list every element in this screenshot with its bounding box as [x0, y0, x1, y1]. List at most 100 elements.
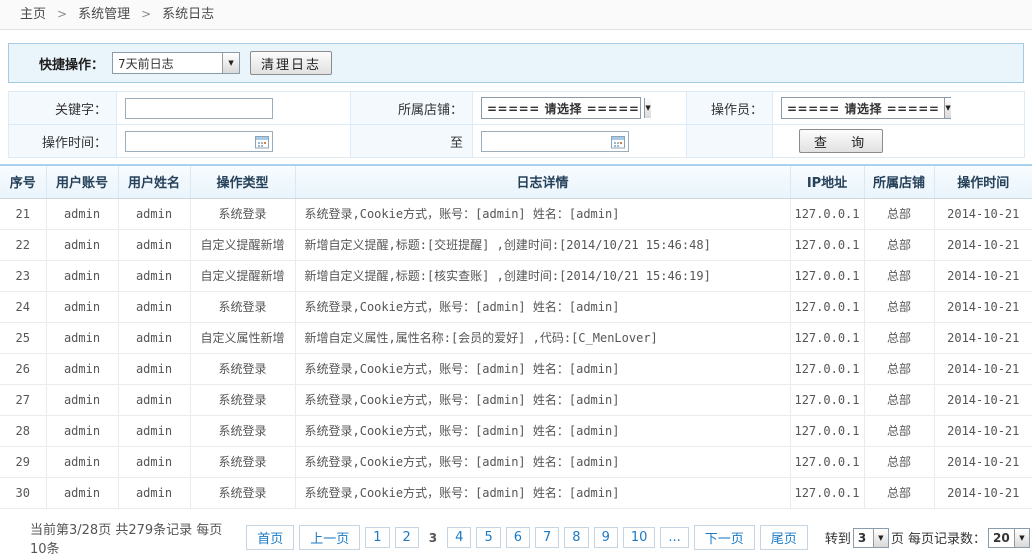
cell-name: admin [118, 260, 190, 291]
per-page-label: 每页记录数： [904, 528, 986, 547]
page-link[interactable]: 6 [506, 527, 530, 548]
column-header-shop: 所属店铺 [864, 165, 934, 198]
cell-no: 24 [0, 291, 46, 322]
page-link-current: 3 [424, 528, 442, 548]
cell-ip: 127.0.0.1 [790, 353, 864, 384]
shop-select-value: ===== 请选择 ===== [482, 98, 644, 118]
chevron-down-icon: ▼ [873, 529, 888, 547]
cell-ip: 127.0.0.1 [790, 477, 864, 508]
next-page-button[interactable]: 下一页 [694, 525, 755, 550]
column-header-type: 操作类型 [190, 165, 295, 198]
cell-shop: 总部 [864, 322, 934, 353]
cell-time: 2014-10-21 [934, 229, 1032, 260]
cell-time: 2014-10-21 [934, 322, 1032, 353]
breadcrumb: 主页>系统管理>系统日志 [0, 0, 1032, 30]
cell-no: 29 [0, 446, 46, 477]
log-age-select-value: 7天前日志 [113, 53, 222, 73]
operator-select-value: ===== 请选择 ===== [782, 98, 944, 118]
cell-detail: 系统登录,Cookie方式，账号：[admin] 姓名：[admin] [295, 291, 790, 322]
cell-name: admin [118, 291, 190, 322]
cell-shop: 总部 [864, 291, 934, 322]
cell-account: admin [46, 353, 118, 384]
time-start-input[interactable] [125, 131, 273, 152]
cell-account: admin [46, 198, 118, 229]
page-link[interactable]: ... [660, 527, 688, 548]
cell-no: 26 [0, 353, 46, 384]
log-table: 序号 用户账号 用户姓名 操作类型 日志详情 IP地址 所属店铺 操作时间 21… [0, 164, 1032, 509]
table-row: 24 admin admin 系统登录 系统登录,Cookie方式，账号：[ad… [0, 291, 1032, 322]
log-table-body: 21 admin admin 系统登录 系统登录,Cookie方式，账号：[ad… [0, 198, 1032, 508]
table-row: 21 admin admin 系统登录 系统登录,Cookie方式，账号：[ad… [0, 198, 1032, 229]
cell-detail: 系统登录,Cookie方式，账号：[admin] 姓名：[admin] [295, 198, 790, 229]
page-link[interactable]: 4 [447, 527, 471, 548]
clear-logs-button[interactable]: 清理日志 [250, 51, 332, 75]
column-header-ip: IP地址 [790, 165, 864, 198]
cell-account: admin [46, 384, 118, 415]
column-header-time: 操作时间 [934, 165, 1032, 198]
search-button[interactable]: 查 询 [799, 129, 883, 153]
cell-type: 自定义属性新增 [190, 322, 295, 353]
cell-shop: 总部 [864, 415, 934, 446]
cell-time: 2014-10-21 [934, 446, 1032, 477]
page-link[interactable]: 8 [564, 527, 588, 548]
table-header-row: 序号 用户账号 用户姓名 操作类型 日志详情 IP地址 所属店铺 操作时间 [0, 165, 1032, 198]
cell-account: admin [46, 415, 118, 446]
cell-no: 22 [0, 229, 46, 260]
prev-page-button[interactable]: 上一页 [299, 525, 360, 550]
breadcrumb-separator: > [141, 7, 151, 21]
operator-label: 操作员： [687, 92, 773, 125]
cell-type: 系统登录 [190, 446, 295, 477]
quick-operations-label: 快捷操作： [39, 54, 104, 73]
goto-page-select[interactable]: 3 ▼ [853, 528, 889, 548]
column-header-name: 用户姓名 [118, 165, 190, 198]
goto-suffix: 页 [891, 528, 904, 547]
cell-ip: 127.0.0.1 [790, 384, 864, 415]
cell-account: admin [46, 322, 118, 353]
page-link[interactable]: 10 [623, 527, 656, 548]
breadcrumb-item-system-admin[interactable]: 系统管理 [78, 7, 130, 22]
cell-ip: 127.0.0.1 [790, 229, 864, 260]
pagination-bar: 当前第3/28页 共279条记录 每页10条 首页 上一页 1234567891… [0, 509, 1032, 557]
cell-detail: 新增自定义提醒,标题:[交班提醒] ,创建时间:[2014/10/21 15:4… [295, 229, 790, 260]
cell-ip: 127.0.0.1 [790, 415, 864, 446]
time-label: 操作时间： [9, 125, 117, 158]
cell-shop: 总部 [864, 353, 934, 384]
shop-select[interactable]: ===== 请选择 ===== ▼ [481, 97, 641, 119]
cell-account: admin [46, 477, 118, 508]
keyword-input[interactable] [125, 98, 273, 119]
first-page-button[interactable]: 首页 [246, 525, 294, 550]
time-end-input[interactable] [481, 131, 629, 152]
pager: 首页 上一页 12345678910... 下一页 尾页 [246, 525, 813, 550]
page-link[interactable]: 1 [365, 527, 389, 548]
filter-panel: 关键字： 所属店铺： ===== 请选择 ===== ▼ 操作员： ===== … [8, 91, 1025, 158]
breadcrumb-item-home[interactable]: 主页 [20, 7, 46, 22]
calendar-icon[interactable] [255, 135, 269, 153]
chevron-down-icon: ▼ [644, 98, 650, 118]
chevron-down-icon: ▼ [944, 98, 950, 118]
page-link[interactable]: 5 [476, 527, 500, 548]
cell-type: 自定义提醒新增 [190, 260, 295, 291]
goto-label: 转到 [825, 528, 851, 547]
log-age-select[interactable]: 7天前日志 ▼ [112, 52, 240, 74]
page-link[interactable]: 7 [535, 527, 559, 548]
time-to-label: 至 [351, 125, 473, 158]
page-link[interactable]: 9 [594, 527, 618, 548]
cell-detail: 系统登录,Cookie方式，账号：[admin] 姓名：[admin] [295, 384, 790, 415]
table-row: 28 admin admin 系统登录 系统登录,Cookie方式，账号：[ad… [0, 415, 1032, 446]
cell-name: admin [118, 446, 190, 477]
last-page-button[interactable]: 尾页 [760, 525, 808, 550]
calendar-icon[interactable] [611, 135, 625, 153]
cell-shop: 总部 [864, 477, 934, 508]
table-row: 27 admin admin 系统登录 系统登录,Cookie方式，账号：[ad… [0, 384, 1032, 415]
goto-page-value: 3 [854, 529, 873, 547]
cell-time: 2014-10-21 [934, 198, 1032, 229]
cell-ip: 127.0.0.1 [790, 446, 864, 477]
cell-shop: 总部 [864, 260, 934, 291]
page-link[interactable]: 2 [395, 527, 419, 548]
cell-name: admin [118, 229, 190, 260]
cell-ip: 127.0.0.1 [790, 260, 864, 291]
per-page-select[interactable]: 20 ▼ [988, 528, 1030, 548]
operator-select[interactable]: ===== 请选择 ===== ▼ [781, 97, 951, 119]
column-header-account: 用户账号 [46, 165, 118, 198]
column-header-no: 序号 [0, 165, 46, 198]
